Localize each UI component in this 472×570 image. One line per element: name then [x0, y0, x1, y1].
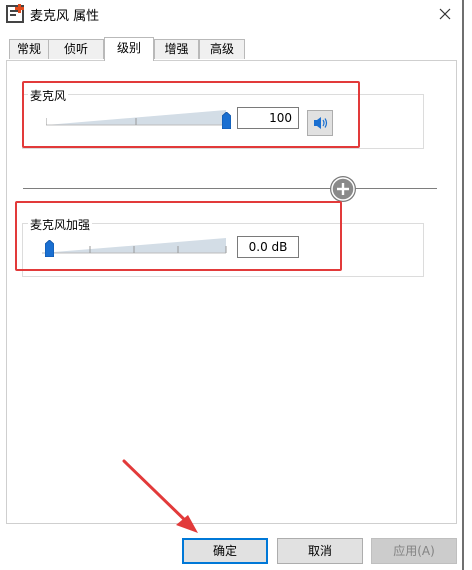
- cancel-button[interactable]: 取消: [277, 538, 363, 564]
- close-icon: [439, 8, 451, 20]
- tab-label: 高级: [209, 42, 234, 56]
- plus-icon: [328, 174, 358, 204]
- tab-label: 常规: [16, 42, 41, 56]
- window-border: [462, 0, 464, 570]
- tab-enhancements[interactable]: 增强: [154, 39, 199, 59]
- apply-button[interactable]: 应用(A): [371, 538, 457, 564]
- tab-advanced[interactable]: 高级: [199, 39, 245, 59]
- tab-levels[interactable]: 级别: [104, 37, 154, 61]
- section-divider: [23, 188, 437, 189]
- tab-label: 侦听: [63, 42, 88, 56]
- tab-label: 增强: [164, 42, 189, 56]
- tab-label: 级别: [116, 41, 141, 55]
- ok-button[interactable]: 确定: [182, 538, 268, 564]
- microphone-highlight-box: [22, 81, 360, 148]
- microphone-app-icon: [6, 3, 28, 25]
- window-title: 麦克风 属性: [30, 9, 100, 24]
- boost-highlight-box: [15, 201, 342, 271]
- tab-listen[interactable]: 侦听: [48, 39, 104, 59]
- tab-general[interactable]: 常规: [9, 39, 49, 59]
- close-button[interactable]: [428, 0, 462, 28]
- pointer-arrow-icon: [110, 455, 210, 540]
